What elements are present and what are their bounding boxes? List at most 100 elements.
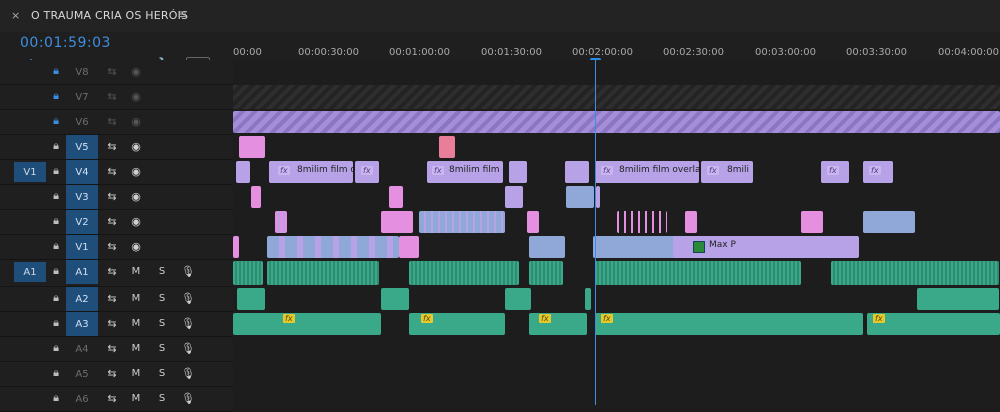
lock-icon[interactable]: 🔒︎ [48,138,64,154]
audio-clip-a1[interactable] [529,261,563,285]
clip-v1[interactable] [399,236,419,258]
eye-icon[interactable]: ◉ [128,138,144,154]
audio-clip-a3[interactable]: fx [529,313,587,335]
clip-v2[interactable] [381,211,413,233]
mute-button[interactable]: M [128,315,144,331]
source-patch[interactable]: A1 [14,262,46,282]
lock-icon[interactable]: 🔒︎ [48,213,64,229]
lock-icon[interactable]: 🔒︎ [48,390,64,406]
audio-clip-a2[interactable] [381,288,409,310]
sync-lock-icon[interactable]: ⇆ [104,315,120,331]
solo-button[interactable]: S [154,365,170,381]
track-target[interactable]: A3 [66,312,98,336]
clip-v3[interactable] [251,186,261,208]
audio-clip-a1[interactable] [595,261,801,285]
lock-icon[interactable]: 🔒︎ [48,113,64,129]
eye-icon[interactable]: ◉ [128,188,144,204]
audio-clip-a2[interactable] [237,288,265,310]
sync-lock-icon[interactable]: ⇆ [104,88,120,104]
clip-v2[interactable] [617,211,667,233]
track-target[interactable]: A1 [66,260,98,284]
lock-icon[interactable]: 🔒︎ [48,188,64,204]
sync-lock-icon[interactable]: ⇆ [104,63,120,79]
clip-v1[interactable] [529,236,565,258]
solo-button[interactable]: S [154,390,170,406]
microphone-icon[interactable]: 🎙︎ [180,390,196,406]
clip-v4[interactable]: fx [821,161,849,183]
audio-clip-a2[interactable] [585,288,591,310]
playhead-timecode[interactable]: 00:01:59:03 [20,35,111,51]
lock-icon[interactable]: 🔒︎ [48,365,64,381]
lock-icon[interactable]: 🔒︎ [48,290,64,306]
clip-v5[interactable] [439,136,455,158]
audio-clip-a3[interactable]: fx [595,313,863,335]
clip-v4[interactable]: fx 8mili [701,161,753,183]
microphone-icon[interactable]: 🎙︎ [180,290,196,306]
track-target[interactable]: V2 [66,210,98,234]
sync-lock-icon[interactable]: ⇆ [104,390,120,406]
solo-button[interactable]: S [154,290,170,306]
clip-v2[interactable] [863,211,915,233]
track-target[interactable]: A2 [66,287,98,311]
panel-menu-icon[interactable]: ≡ [177,7,187,21]
clip-v2[interactable] [527,211,539,233]
clip-v1[interactable] [233,236,239,258]
microphone-icon[interactable]: 🎙︎ [180,365,196,381]
sync-lock-icon[interactable]: ⇆ [104,188,120,204]
audio-clip-a2[interactable] [505,288,531,310]
lock-icon[interactable]: 🔒︎ [48,340,64,356]
eye-icon[interactable]: ◉ [128,88,144,104]
solo-button[interactable]: S [154,315,170,331]
track-target[interactable]: A5 [66,362,98,386]
track-target[interactable]: V4 [66,160,98,184]
eye-icon[interactable]: ◉ [128,113,144,129]
clip-v1[interactable] [267,236,399,258]
audio-clip-a3[interactable]: fx [233,313,381,335]
close-tab-icon[interactable]: × [11,9,20,22]
solo-button[interactable]: S [154,263,170,279]
lock-icon[interactable]: 🔒︎ [48,63,64,79]
sync-lock-icon[interactable]: ⇆ [104,163,120,179]
audio-clip-a3[interactable]: fx [867,313,1000,335]
lock-icon[interactable]: 🔒︎ [48,263,64,279]
clip-v2[interactable] [685,211,697,233]
clip-v4[interactable]: fx 8milim film overla [595,161,699,183]
track-target[interactable]: V8 [66,60,98,84]
clip-v4[interactable]: fx [355,161,379,183]
clip-v4[interactable] [565,161,589,183]
track-target[interactable]: V6 [66,110,98,134]
clip-v4[interactable] [236,161,250,183]
sync-lock-icon[interactable]: ⇆ [104,113,120,129]
sync-lock-icon[interactable]: ⇆ [104,340,120,356]
track-target[interactable]: V1 [66,235,98,259]
clip-v4[interactable]: fx 8milim film o [427,161,503,183]
clip-v4[interactable] [509,161,527,183]
clip-v2[interactable] [801,211,823,233]
clip-v2[interactable] [275,211,287,233]
track-target[interactable]: A6 [66,387,98,411]
sync-lock-icon[interactable]: ⇆ [104,213,120,229]
audio-clip-a2[interactable] [917,288,999,310]
sync-lock-icon[interactable]: ⇆ [104,290,120,306]
eye-icon[interactable]: ◉ [128,213,144,229]
solo-button[interactable]: S [154,340,170,356]
audio-clip-a3[interactable]: fx [409,313,505,335]
track-target[interactable]: V3 [66,185,98,209]
mute-button[interactable]: M [128,263,144,279]
audio-clip-a1[interactable] [233,261,263,285]
clip-v1[interactable]: Max P [673,236,859,258]
microphone-icon[interactable]: 🎙︎ [180,340,196,356]
clip-v5[interactable] [239,136,265,158]
sequence-title[interactable]: O TRAUMA CRIA OS HERÓIS [31,9,188,22]
clip-v4[interactable]: fx [863,161,893,183]
microphone-icon[interactable]: 🎙︎ [180,263,196,279]
lock-icon[interactable]: 🔒︎ [48,315,64,331]
lock-icon[interactable]: 🔒︎ [48,163,64,179]
audio-clip-a1[interactable] [409,261,519,285]
clip-v3[interactable] [389,186,403,208]
track-target[interactable]: V7 [66,85,98,109]
audio-clip-a1[interactable] [267,261,379,285]
sync-lock-icon[interactable]: ⇆ [104,365,120,381]
clip-v3[interactable] [566,186,594,208]
track-target[interactable]: V5 [66,135,98,159]
